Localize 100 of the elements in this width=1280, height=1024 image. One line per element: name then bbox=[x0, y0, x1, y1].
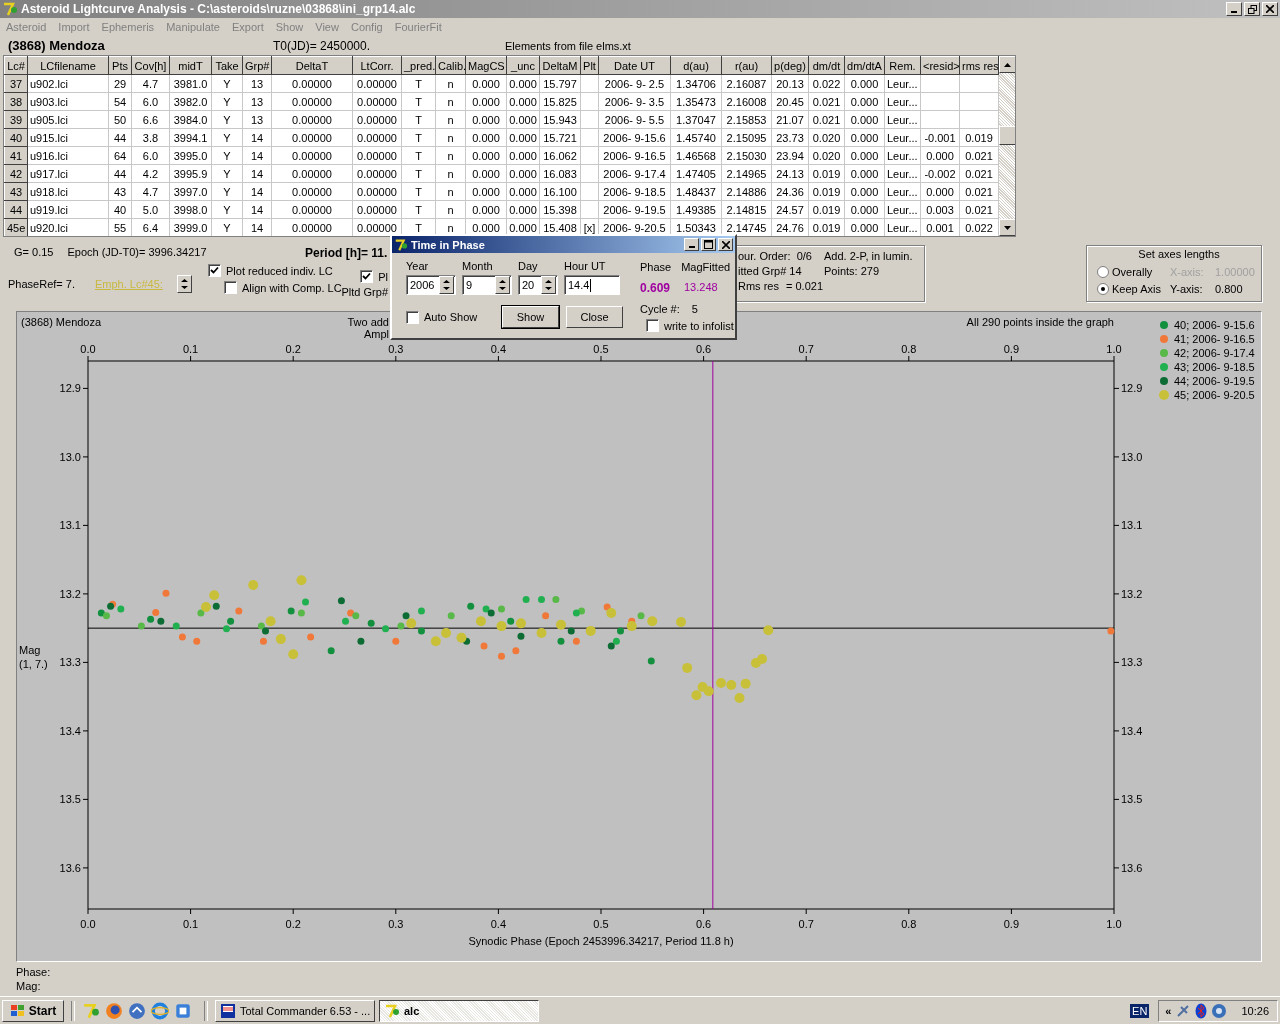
table-cell: 4.7 bbox=[131, 74, 170, 93]
legend-label: 45; 2006- 9-20.5 bbox=[1174, 389, 1255, 401]
legend-label: 41; 2006- 9-16.5 bbox=[1174, 333, 1255, 345]
table-cell: Leur... bbox=[884, 74, 921, 93]
table-cell: u916.lci bbox=[27, 146, 109, 165]
tick-label: 13.1 bbox=[59, 519, 81, 532]
table-cell: 6.0 bbox=[131, 146, 170, 165]
checkbox-label: Plot reduced indiv. LC bbox=[226, 264, 333, 277]
table-cell: 0.000 bbox=[465, 146, 507, 165]
table-cell: 2.16008 bbox=[721, 92, 772, 111]
table-cell: Y bbox=[211, 164, 243, 183]
table-cell: u918.lci bbox=[27, 182, 109, 201]
add-label: Add. 2-P, in lumin. bbox=[824, 250, 914, 262]
tick-label: 13.6 bbox=[59, 861, 81, 874]
mag-status-label: Mag: bbox=[16, 980, 42, 992]
tick-label: 13.3 bbox=[59, 656, 81, 669]
table-cell: 0.000 bbox=[506, 92, 540, 111]
table-cell: 0.00000 bbox=[271, 92, 353, 111]
table-cell: 13 bbox=[242, 110, 272, 129]
table-cell: T bbox=[401, 146, 436, 165]
table-cell: 0.021 bbox=[808, 110, 845, 129]
legend-label: 44; 2006- 9-19.5 bbox=[1174, 375, 1255, 387]
tick-label: 0.6 bbox=[695, 343, 712, 355]
table-cell: 14 bbox=[242, 128, 272, 147]
table-cell: 16.083 bbox=[539, 164, 581, 183]
table-cell: 14 bbox=[242, 200, 272, 219]
table-cell: 0.000 bbox=[506, 128, 540, 147]
table-cell: u919.lci bbox=[27, 200, 109, 219]
table-cell: 3981.0 bbox=[169, 74, 212, 93]
table-cell: 14 bbox=[242, 182, 272, 201]
table-cell: 3995.9 bbox=[169, 164, 212, 183]
table-cell: 3984.0 bbox=[169, 110, 212, 129]
table-cell: 24.36 bbox=[771, 182, 809, 201]
asteroid-name: (3868) Mendoza bbox=[8, 38, 106, 53]
table-cell: T bbox=[401, 74, 436, 93]
table-cell: T bbox=[401, 92, 436, 111]
table-cell: n bbox=[435, 92, 466, 111]
tick-label: 0.0 bbox=[80, 918, 96, 930]
checkbox-label: Auto Show bbox=[424, 311, 478, 323]
table-cell: 0.000 bbox=[465, 128, 507, 147]
table-cell: 0.019 bbox=[808, 182, 845, 201]
overlap-label: Two add bbox=[347, 316, 389, 328]
table-cell: 0.000 bbox=[465, 182, 507, 201]
table-cell: 0.00000 bbox=[352, 92, 402, 111]
tick-label: 0.6 bbox=[695, 918, 712, 930]
table-cell: 0.000 bbox=[844, 182, 885, 201]
table-cell: 0.000 bbox=[465, 200, 507, 219]
table-cell: 0.000 bbox=[465, 92, 507, 111]
period-label: Period [h]= 11. bbox=[305, 246, 389, 260]
panel-title: Set axes lengths bbox=[1137, 248, 1221, 260]
table-cell: Y bbox=[211, 74, 243, 93]
tick-label: 0.2 bbox=[285, 343, 301, 355]
tick-label: 13.5 bbox=[1121, 793, 1143, 806]
table-cell: 2006- 9- 3.5 bbox=[598, 92, 671, 111]
table-cell: n bbox=[435, 164, 466, 183]
tick-label: 0.5 bbox=[593, 918, 609, 930]
table-cell: 1.37047 bbox=[670, 110, 722, 129]
points-note: All 290 points inside the graph bbox=[966, 316, 1114, 328]
table-cell: 2006- 9-16.5 bbox=[598, 146, 671, 165]
table-cell: 0.000 bbox=[844, 74, 885, 93]
table-cell: 23.73 bbox=[771, 128, 809, 147]
phase-ref-label: PhaseRef= 7. bbox=[8, 278, 75, 290]
tick-label: 13.2 bbox=[59, 587, 81, 600]
checkbox-label: write to infolist bbox=[664, 319, 734, 332]
tick-label: 0.1 bbox=[182, 918, 199, 930]
table-cell: 2.14815 bbox=[721, 200, 772, 219]
table-cell: n bbox=[435, 182, 466, 201]
table-cell: 15.943 bbox=[539, 110, 581, 129]
field-label: Day bbox=[518, 260, 539, 272]
table-cell: 3998.0 bbox=[169, 200, 212, 219]
table-cell: u902.lci bbox=[27, 74, 109, 93]
table-cell: 0.000 bbox=[506, 146, 540, 165]
table-cell: 21.07 bbox=[771, 110, 809, 129]
table-cell: 5.0 bbox=[131, 200, 170, 219]
table-cell: 0.00000 bbox=[352, 200, 402, 219]
tick-label: 0.7 bbox=[798, 343, 814, 355]
table-cell: 2.16087 bbox=[721, 74, 772, 93]
table-cell: 2006- 9- 5.5 bbox=[598, 110, 671, 129]
table-cell: 0.000 bbox=[465, 164, 507, 183]
table-cell: 15.398 bbox=[539, 200, 581, 219]
table-cell: 54 bbox=[108, 92, 132, 111]
table-cell: 23.94 bbox=[771, 146, 809, 165]
table-cell: 1.49385 bbox=[670, 200, 722, 219]
x-axis-label: Synodic Phase (Epoch 2453996.34217, Period 11.8 h) bbox=[468, 935, 734, 947]
elements-label: Elements from file elms.xt bbox=[505, 39, 631, 52]
table-cell: 2.14965 bbox=[721, 164, 772, 183]
table-cell: 0.019 bbox=[808, 200, 845, 219]
table-cell: n bbox=[435, 74, 466, 93]
table-cell: 2006- 9-17.4 bbox=[598, 164, 671, 183]
table-cell: 13 bbox=[242, 74, 272, 93]
table-cell: u905.lci bbox=[27, 110, 109, 129]
tick-label: 0.2 bbox=[285, 918, 301, 930]
table-cell: 0.020 bbox=[808, 146, 845, 165]
table-cell: 0.000 bbox=[844, 200, 885, 219]
rms-label: Rms res bbox=[738, 280, 780, 292]
dialog-title: Time in Phase bbox=[411, 238, 485, 251]
table-cell: 0.00000 bbox=[352, 182, 402, 201]
table-cell: 0.000 bbox=[506, 110, 540, 129]
table-cell: 13 bbox=[242, 92, 272, 111]
tick-label: 13.0 bbox=[59, 450, 81, 463]
